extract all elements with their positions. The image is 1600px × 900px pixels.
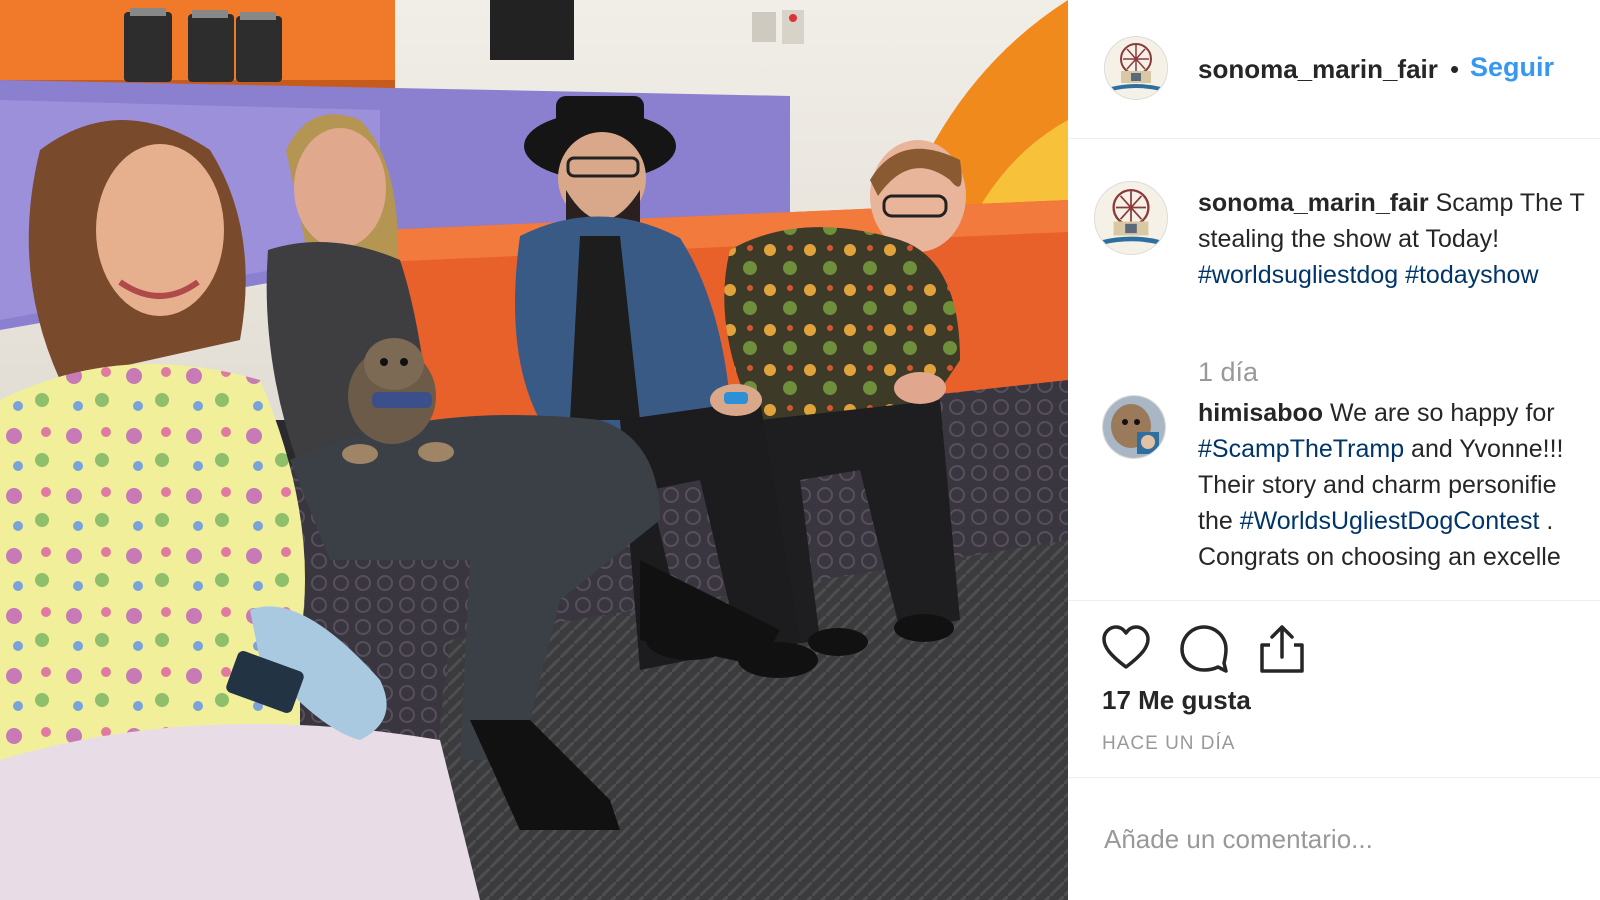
- comment-line4-end: .: [1546, 507, 1554, 535]
- post-date: HACE UN DÍA: [1102, 733, 1236, 754]
- post-photo[interactable]: [0, 0, 1068, 900]
- share-button[interactable]: [1256, 623, 1308, 675]
- photo-image: [0, 0, 1068, 900]
- hashtag-link[interactable]: #todayshow: [1405, 261, 1538, 289]
- fair-logo-icon: [1095, 182, 1167, 254]
- add-comment-area: [1068, 777, 1600, 900]
- header-username[interactable]: sonoma_marin_fair: [1198, 54, 1438, 85]
- comment-button[interactable]: [1178, 623, 1230, 675]
- caption-avatar[interactable]: [1094, 181, 1168, 255]
- share-icon: [1260, 625, 1304, 673]
- heart-icon: [1102, 625, 1150, 669]
- comment-line2: and Yvonne!!!: [1411, 435, 1564, 463]
- commenter-avatar[interactable]: [1102, 395, 1166, 459]
- follow-button[interactable]: Seguir: [1470, 52, 1554, 83]
- separator-dot: •: [1450, 54, 1460, 84]
- comments-section[interactable]: sonoma_marin_fair Scamp The T stealing t…: [1068, 139, 1600, 599]
- likes-count[interactable]: 17 Me gusta: [1102, 685, 1251, 716]
- hashtag-link[interactable]: #WorldsUgliestDogContest: [1240, 507, 1540, 535]
- post-header: sonoma_marin_fair • Seguir: [1068, 0, 1600, 139]
- caption-text: sonoma_marin_fair Scamp The T stealing t…: [1198, 185, 1600, 293]
- comment-input[interactable]: [1102, 818, 1576, 860]
- comment-line1: We are so happy for: [1329, 399, 1555, 427]
- hashtag-link[interactable]: #worldsugliestdog: [1198, 261, 1398, 289]
- comment-line5: Congrats on choosing an excelle: [1198, 543, 1561, 571]
- user-avatar-icon: [1103, 396, 1165, 458]
- commenter-username[interactable]: himisaboo: [1198, 399, 1323, 427]
- caption-line2: stealing the show at Today!: [1198, 225, 1500, 253]
- comment-text: himisaboo We are so happy for #ScampTheT…: [1198, 395, 1600, 575]
- like-button[interactable]: [1100, 623, 1152, 675]
- caption-time: 1 día: [1198, 357, 1259, 387]
- comment-icon: [1180, 625, 1228, 673]
- fair-logo-icon: [1105, 37, 1167, 99]
- post-actions: 17 Me gusta HACE UN DÍA: [1068, 600, 1600, 777]
- post-sidebar: sonoma_marin_fair • Seguir sonoma_marin_…: [1068, 0, 1600, 900]
- comment-line3: Their story and charm personifie: [1198, 471, 1557, 499]
- comment-line4-start: the: [1198, 507, 1233, 535]
- hashtag-link[interactable]: #ScampTheTramp: [1198, 435, 1404, 463]
- profile-avatar[interactable]: [1104, 36, 1168, 100]
- caption-username[interactable]: sonoma_marin_fair: [1198, 189, 1429, 217]
- caption-line1: Scamp The T: [1435, 189, 1585, 217]
